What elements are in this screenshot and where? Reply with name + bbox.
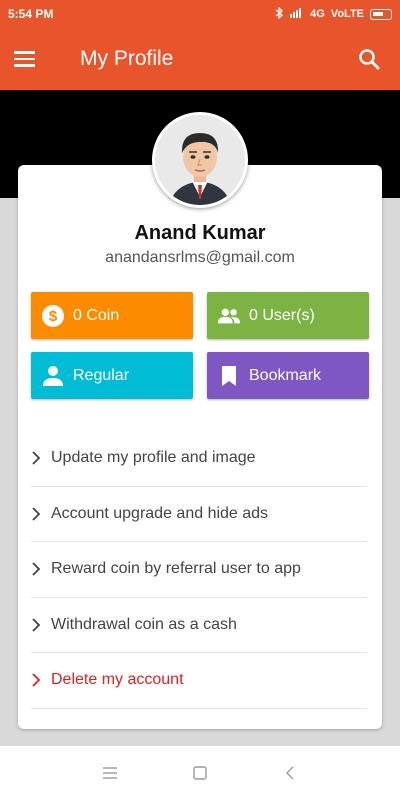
menu-item-reward-coin[interactable]: Reward coin by referral user to app [31, 542, 367, 598]
profile-name: Anand Kumar [134, 222, 266, 244]
bookmark-button[interactable]: Bookmark [207, 352, 369, 399]
regular-button[interactable]: Regular [31, 352, 193, 399]
back-icon[interactable] [275, 758, 305, 788]
app-bar: My Profile [0, 28, 400, 90]
menu-item-label: Withdrawal coin as a cash [51, 615, 237, 633]
coin-button[interactable]: $ 0 Coin [31, 292, 193, 339]
bookmark-label: Bookmark [249, 366, 322, 384]
profile-menu-list: Update my profile and image Account upgr… [31, 431, 367, 709]
coin-label: 0 Coin [73, 306, 120, 324]
regular-label: Regular [73, 366, 130, 384]
bluetooth-icon [275, 5, 284, 22]
menu-item-update-profile[interactable]: Update my profile and image [31, 431, 367, 487]
chevron-right-icon [31, 562, 51, 576]
profile-email: anandansrlms@gmail.com [105, 249, 295, 266]
menu-item-label: Update my profile and image [51, 449, 256, 467]
group-icon [217, 304, 241, 328]
status-icons: 4G VoLTE [275, 5, 392, 22]
home-icon[interactable] [185, 758, 215, 788]
chevron-right-icon [31, 673, 51, 687]
dollar-coin-icon: $ [41, 304, 65, 328]
menu-item-account-upgrade[interactable]: Account upgrade and hide ads [31, 487, 367, 542]
recents-icon[interactable] [95, 758, 125, 788]
system-nav-bar [0, 746, 400, 800]
status-bar: 5:54 PM 4G VoLTE [0, 0, 400, 28]
avatar[interactable] [152, 112, 248, 208]
chevron-right-icon [31, 451, 51, 465]
users-label: 0 User(s) [249, 306, 315, 324]
status-time: 5:54 PM [8, 7, 54, 21]
menu-item-label: Reward coin by referral user to app [51, 560, 301, 578]
menu-item-label: Account upgrade and hide ads [51, 504, 269, 522]
bookmark-icon [217, 364, 241, 388]
chevron-right-icon [31, 618, 51, 632]
page-title: My Profile [80, 47, 174, 70]
menu-item-delete-account[interactable]: Delete my account [31, 653, 367, 709]
network-label: 4G [310, 8, 325, 20]
chevron-right-icon [31, 507, 51, 521]
svg-text:$: $ [49, 308, 58, 325]
signal-icon [290, 7, 304, 21]
users-button[interactable]: 0 User(s) [207, 292, 369, 339]
menu-item-withdrawal[interactable]: Withdrawal coin as a cash [31, 598, 367, 653]
battery-icon [370, 8, 392, 20]
network-type-label: VoLTE [330, 8, 364, 20]
search-icon[interactable] [352, 42, 386, 76]
person-icon [41, 364, 65, 388]
hamburger-menu-icon[interactable] [14, 42, 48, 76]
menu-item-label: Delete my account [51, 671, 184, 689]
